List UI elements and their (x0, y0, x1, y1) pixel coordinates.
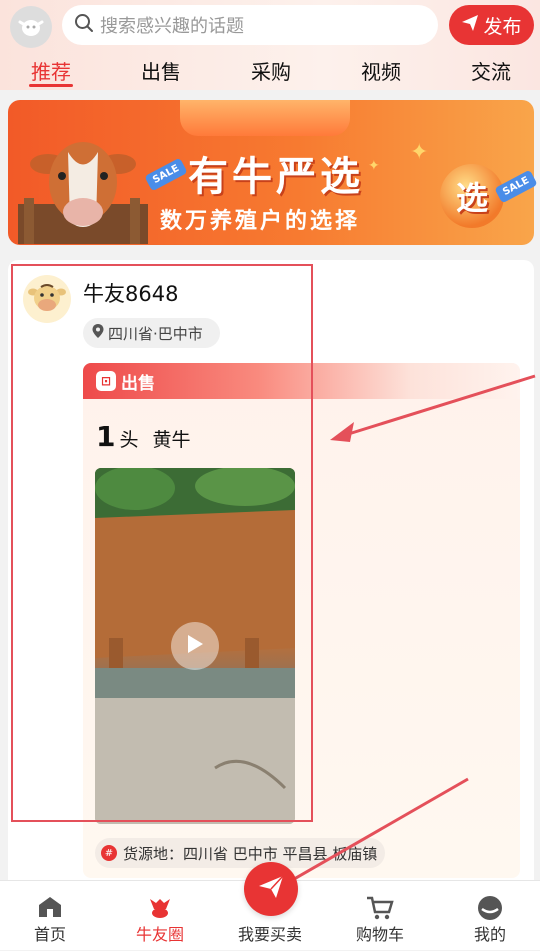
nav-home-label: 首页 (33, 925, 66, 944)
app-logo-icon[interactable] (10, 6, 52, 48)
category-tabs: 推荐 出售 采购 视频 交流 (0, 52, 540, 90)
nav-trade-label: 我要买卖 (237, 925, 302, 944)
send-icon (461, 14, 479, 37)
tab-exchange[interactable]: 交流 (456, 56, 526, 85)
publish-label: 发布 (483, 15, 522, 38)
banner-title: 有牛严选 (188, 154, 364, 200)
star-icon: ✦ (410, 140, 429, 165)
search-input[interactable]: 搜索感兴趣的话题 (62, 5, 438, 45)
paper-plane-icon (257, 874, 285, 904)
annotation-arrow-post (330, 374, 536, 442)
nav-community-label: 牛友圈 (135, 925, 184, 944)
nav-cart[interactable]: 购物车 (330, 881, 430, 951)
tab-video[interactable]: 视频 (346, 56, 416, 85)
banner-subtitle: 数万养殖户的选择 (160, 209, 361, 234)
star-icon: ✦ (368, 158, 380, 174)
community-icon (146, 895, 174, 923)
banner-ribbon (180, 100, 350, 136)
trade-fab-button[interactable] (244, 862, 298, 916)
highlight-box-post (11, 264, 313, 822)
select-badge: 选 (440, 164, 504, 228)
cow-illustration (18, 142, 148, 244)
hashtag-icon: # (101, 845, 117, 861)
nav-home[interactable]: 首页 (0, 881, 100, 951)
tab-recommend[interactable]: 推荐 (16, 56, 86, 85)
cart-icon (366, 895, 394, 925)
active-tab-indicator (29, 84, 73, 87)
nav-profile[interactable]: 我的 (440, 881, 540, 951)
search-placeholder: 搜索感兴趣的话题 (100, 16, 244, 37)
search-icon (74, 13, 94, 38)
nav-community[interactable]: 牛友圈 (110, 881, 210, 951)
sale-tag-left: SALE (144, 157, 188, 192)
publish-button[interactable]: 发布 (449, 5, 534, 45)
tab-purchase[interactable]: 采购 (236, 56, 306, 85)
home-icon (37, 895, 63, 923)
tab-sell[interactable]: 出售 (126, 56, 196, 85)
profile-icon (477, 895, 503, 925)
